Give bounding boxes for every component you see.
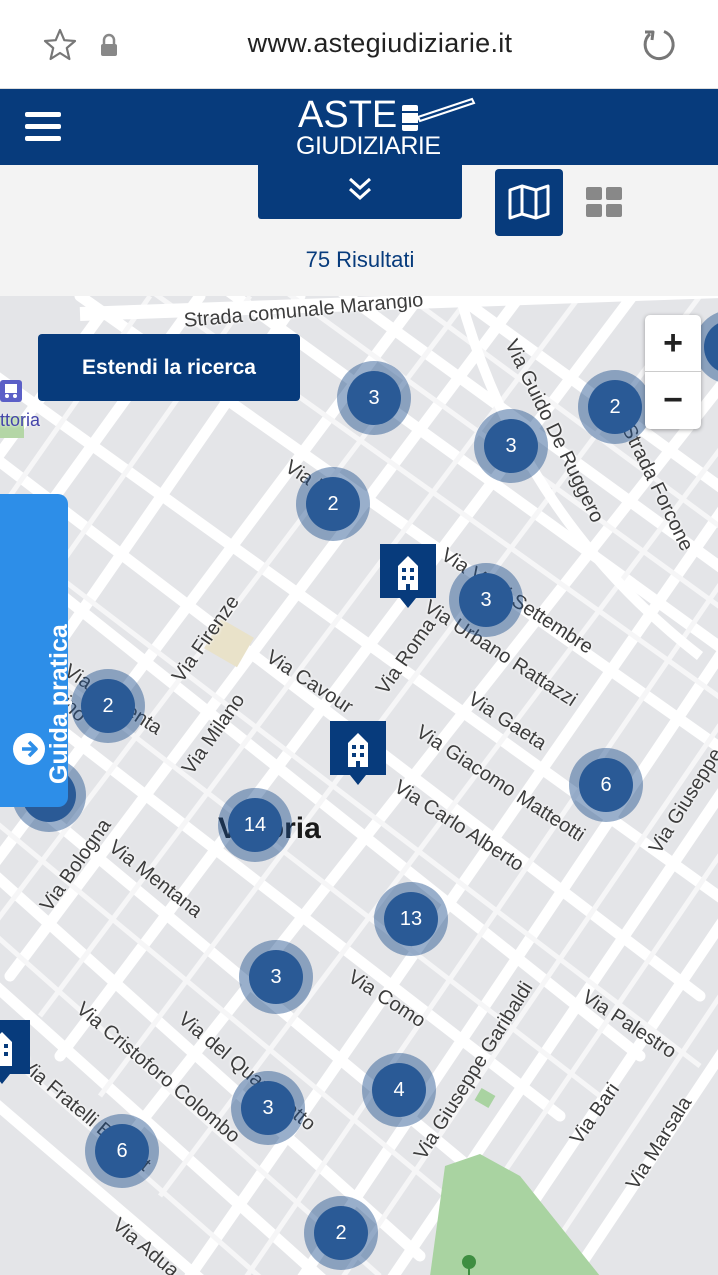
guide-tab-label: Guida pratica: [45, 624, 73, 784]
map-view-button[interactable]: [495, 169, 563, 236]
results-count: 75 Risultati: [305, 247, 415, 272]
guide-tab[interactable]: Guida pratica: [0, 494, 73, 807]
map-cluster[interactable]: 2: [296, 467, 370, 541]
extend-search-button[interactable]: Estendi la ricerca: [38, 334, 300, 401]
logo-line2: GIUDIZIARIE: [296, 132, 441, 160]
park-tree-icon: [462, 1255, 476, 1275]
building-pin-icon[interactable]: [330, 721, 386, 789]
building-pin-icon[interactable]: [380, 544, 436, 612]
map-cluster[interactable]: 3: [231, 1071, 305, 1145]
zoom-controls: + −: [645, 315, 701, 429]
building-pin-icon[interactable]: [0, 1020, 30, 1088]
map-cluster[interactable]: 2: [304, 1196, 378, 1270]
map-cluster[interactable]: 3: [449, 563, 523, 637]
map-cluster[interactable]: 3: [474, 409, 548, 483]
station-label: ttoria: [0, 410, 41, 430]
double-chevron-down-icon: [348, 177, 372, 201]
map-cluster[interactable]: 2: [578, 370, 652, 444]
map-cluster[interactable]: 2: [71, 669, 145, 743]
map-cluster[interactable]: 6: [85, 1114, 159, 1188]
zoom-in-button[interactable]: +: [645, 315, 701, 371]
hamburger-menu-icon[interactable]: [25, 112, 61, 144]
gavel-icon: [402, 97, 476, 131]
browser-address-bar: www.astegiudiziarie.it: [0, 0, 718, 89]
grid-view-button[interactable]: [585, 186, 623, 218]
map-cluster[interactable]: 3: [337, 361, 411, 435]
zoom-out-button[interactable]: −: [645, 372, 701, 428]
logo-line1: ASTE: [298, 94, 398, 136]
map-cluster[interactable]: 3: [239, 940, 313, 1014]
site-logo[interactable]: ASTE GIUDIZIARIE: [296, 93, 486, 163]
reload-icon[interactable]: [640, 26, 678, 64]
star-icon[interactable]: [42, 27, 78, 63]
map-cluster[interactable]: 6: [569, 748, 643, 822]
map-icon: [508, 184, 550, 220]
lock-icon: [101, 33, 117, 56]
map-cluster[interactable]: 14: [218, 788, 292, 862]
map-cluster[interactable]: 4: [362, 1053, 436, 1127]
url-field[interactable]: www.astegiudiziarie.it: [160, 28, 600, 59]
arrow-right-circle-icon: [13, 733, 45, 765]
search-toolbar: 75 Risultati: [0, 165, 718, 296]
expand-filters-button[interactable]: [258, 165, 462, 219]
train-station-icon[interactable]: [0, 380, 22, 402]
map-cluster[interactable]: 13: [374, 882, 448, 956]
site-header: ASTE GIUDIZIARIE: [0, 89, 718, 165]
results-map[interactable]: Strada comunale Marangio Via Guido De Ru…: [0, 296, 718, 1275]
